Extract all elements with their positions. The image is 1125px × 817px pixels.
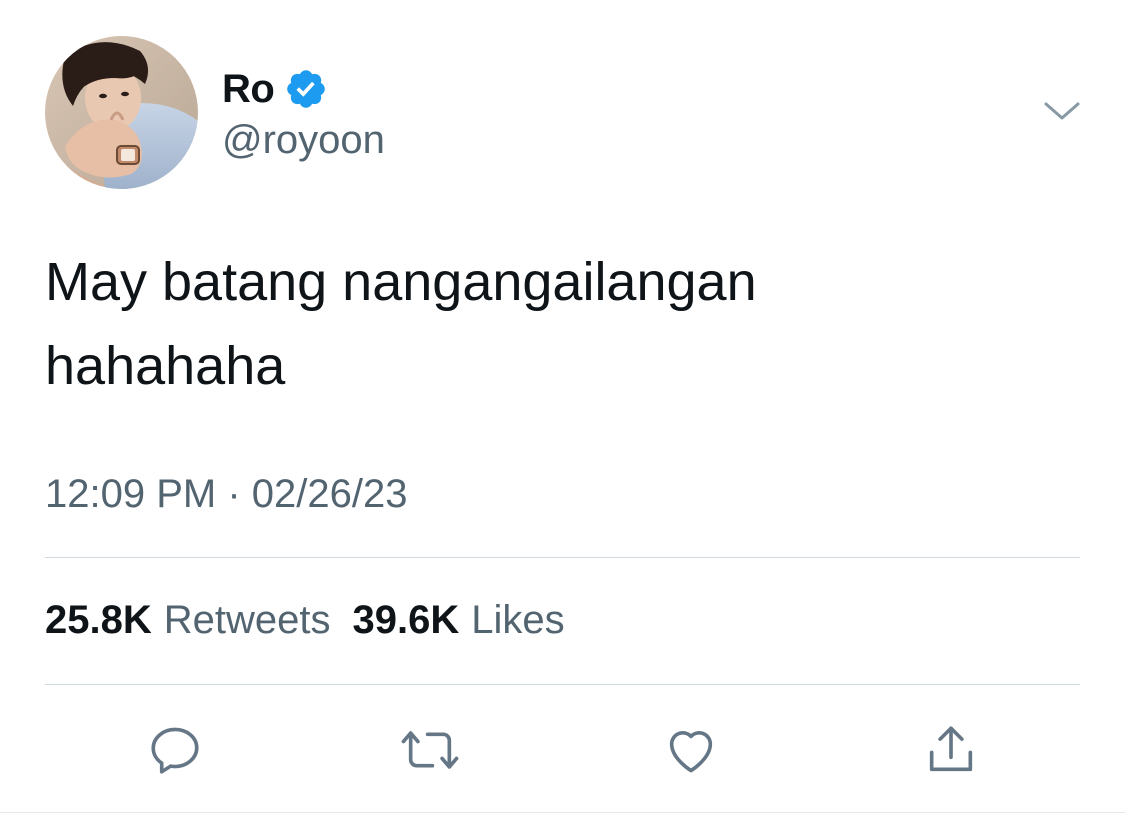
verified-badge-icon <box>284 67 328 111</box>
tweet-actions-bar <box>0 718 1125 782</box>
likes-stat[interactable]: 39.6K Likes <box>353 598 565 643</box>
more-options-chevron-down-icon[interactable] <box>1040 96 1084 126</box>
tweet-text-line: May batang nangangailangan <box>45 252 757 312</box>
divider <box>45 557 1080 558</box>
share-button[interactable] <box>919 718 983 782</box>
tweet-text-line: hahahaha <box>45 336 286 396</box>
likes-label: Likes <box>471 598 565 642</box>
avatar[interactable] <box>45 36 198 189</box>
like-button[interactable] <box>659 718 723 782</box>
retweet-arrows-icon <box>401 731 459 769</box>
retweets-label: Retweets <box>163 598 331 642</box>
divider <box>45 684 1080 685</box>
tweet-card: Ro @royoon May batang nangangailangan ha… <box>0 0 1125 817</box>
heart-icon <box>669 731 713 773</box>
display-name[interactable]: Ro <box>222 67 275 112</box>
retweets-stat[interactable]: 25.8K Retweets <box>45 598 331 643</box>
profile-photo-icon <box>45 36 198 189</box>
retweet-button[interactable] <box>398 718 462 782</box>
divider <box>0 812 1125 813</box>
author-handle[interactable]: @royoon <box>222 118 385 163</box>
likes-count: 39.6K <box>352 598 460 642</box>
reply-button[interactable] <box>143 718 207 782</box>
retweets-count: 25.8K <box>45 598 152 642</box>
share-upload-icon <box>929 726 973 772</box>
author-name-row: Ro <box>222 64 328 114</box>
tweet-text: May batang nangangailangan hahahaha <box>45 240 1075 408</box>
speech-bubble-icon <box>151 727 199 774</box>
tweet-stats: 25.8K Retweets 39.6K Likes <box>45 598 565 643</box>
tweet-timestamp[interactable]: 12:09 PM · 02/26/23 <box>45 472 407 517</box>
